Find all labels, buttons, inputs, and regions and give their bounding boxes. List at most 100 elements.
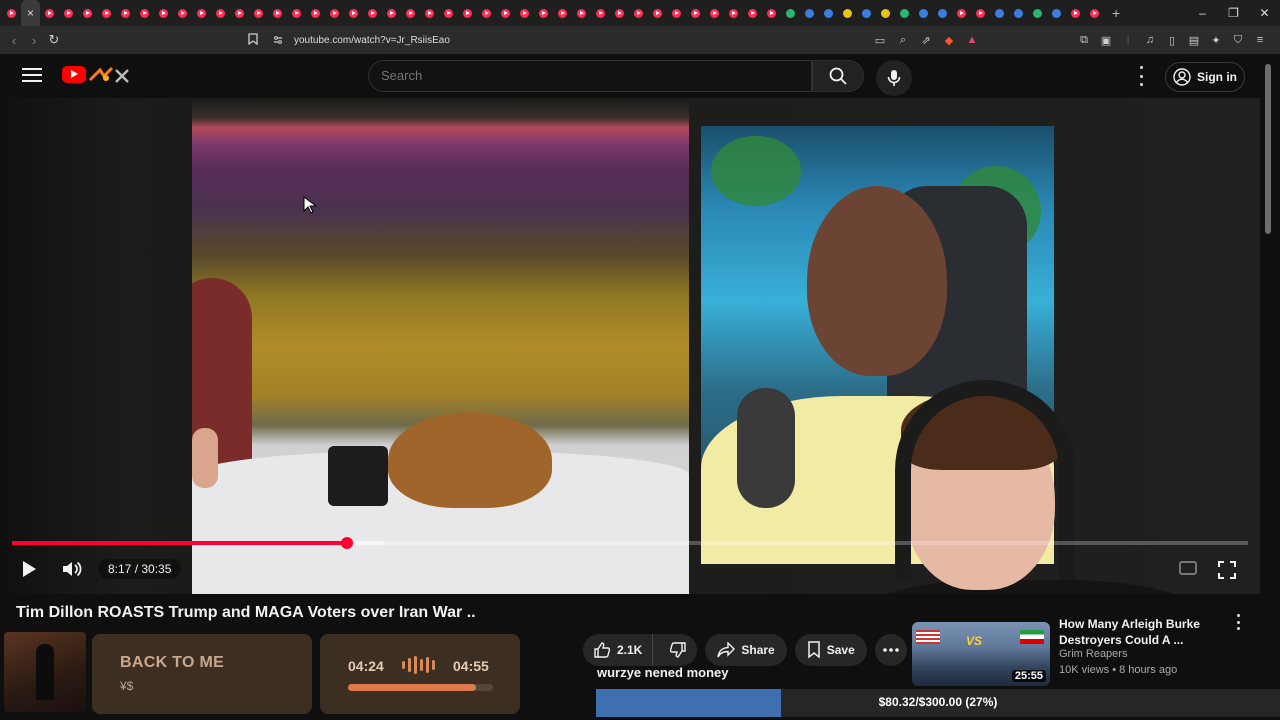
- tab[interactable]: [933, 0, 952, 26]
- search-button[interactable]: [812, 60, 864, 92]
- reader-icon[interactable]: ▣: [1098, 32, 1114, 48]
- share-page-icon[interactable]: ⇗: [918, 32, 934, 48]
- tab[interactable]: [211, 0, 230, 26]
- rewards-icon[interactable]: ▲: [964, 32, 980, 48]
- tab[interactable]: [1028, 0, 1047, 26]
- dislike-button[interactable]: [659, 634, 697, 666]
- tab[interactable]: [287, 0, 306, 26]
- tab[interactable]: [762, 0, 781, 26]
- tab[interactable]: [363, 0, 382, 26]
- close-window-button[interactable]: ✕: [1249, 0, 1280, 26]
- tab[interactable]: [781, 0, 800, 26]
- tab[interactable]: [952, 0, 971, 26]
- vpn-icon[interactable]: ⛉: [1230, 32, 1246, 48]
- tab[interactable]: [819, 0, 838, 26]
- tab[interactable]: [173, 0, 192, 26]
- restore-button[interactable]: ❐: [1218, 0, 1249, 26]
- tab[interactable]: [325, 0, 344, 26]
- fullscreen-button[interactable]: [1217, 560, 1237, 580]
- more-actions-button[interactable]: [874, 634, 907, 666]
- bookmark-icon[interactable]: [243, 32, 263, 48]
- rec-channel[interactable]: Grim Reapers: [1059, 648, 1127, 660]
- tab[interactable]: [610, 0, 629, 26]
- tab[interactable]: [534, 0, 553, 26]
- rec-title[interactable]: How Many Arleigh Burke Destroyers Could …: [1059, 616, 1239, 648]
- tab[interactable]: [78, 0, 97, 26]
- save-button[interactable]: Save: [794, 634, 867, 666]
- tab[interactable]: [1009, 0, 1028, 26]
- sidebar-icon[interactable]: ▯: [1164, 32, 1180, 48]
- tab[interactable]: [686, 0, 705, 26]
- tab[interactable]: [40, 0, 59, 26]
- scrubber-handle[interactable]: [340, 537, 353, 549]
- tab[interactable]: [135, 0, 154, 26]
- captions-icon[interactable]: [1179, 561, 1197, 575]
- tab[interactable]: [515, 0, 534, 26]
- rec-thumbnail[interactable]: VS 25:55: [912, 622, 1050, 686]
- tab[interactable]: [648, 0, 667, 26]
- back-icon[interactable]: ‹: [4, 33, 24, 48]
- more-vert-icon[interactable]: [1138, 66, 1144, 86]
- tab[interactable]: [439, 0, 458, 26]
- tab[interactable]: [420, 0, 439, 26]
- video-player[interactable]: [0, 98, 1260, 594]
- site-info-icon[interactable]: [270, 32, 286, 48]
- tab[interactable]: [572, 0, 591, 26]
- tab[interactable]: [914, 0, 933, 26]
- tab[interactable]: [496, 0, 515, 26]
- tab[interactable]: [553, 0, 572, 26]
- leo-icon[interactable]: ✦: [1208, 32, 1224, 48]
- tab[interactable]: [895, 0, 914, 26]
- tab[interactable]: [667, 0, 686, 26]
- tab[interactable]: [990, 0, 1009, 26]
- extensions-icon[interactable]: ⧉: [1076, 32, 1092, 48]
- tab[interactable]: [1066, 0, 1085, 26]
- tab[interactable]: [705, 0, 724, 26]
- main-menu-icon[interactable]: ≡: [1252, 32, 1268, 48]
- recommended-video[interactable]: VS 25:55 How Many Arleigh Burke Destroye…: [912, 616, 1252, 688]
- play-button[interactable]: [18, 558, 40, 580]
- progress-bar[interactable]: [12, 537, 1248, 549]
- tab[interactable]: [477, 0, 496, 26]
- volume-button[interactable]: [60, 558, 84, 580]
- tab[interactable]: [306, 0, 325, 26]
- tab[interactable]: [192, 0, 211, 26]
- tab[interactable]: [857, 0, 876, 26]
- tab[interactable]: [401, 0, 420, 26]
- page-scrollbar[interactable]: [1260, 54, 1280, 688]
- tab[interactable]: [629, 0, 648, 26]
- minimize-button[interactable]: –: [1187, 0, 1218, 26]
- install-icon[interactable]: ▭: [872, 32, 888, 48]
- sign-in-button[interactable]: Sign in: [1165, 62, 1245, 92]
- tab[interactable]: [230, 0, 249, 26]
- tab[interactable]: [800, 0, 819, 26]
- wallet-icon[interactable]: ▤: [1186, 32, 1202, 48]
- zoom-icon[interactable]: ⌕: [895, 32, 911, 48]
- search-input[interactable]: [381, 68, 801, 83]
- new-tab-button[interactable]: +: [1112, 5, 1120, 21]
- tab[interactable]: [458, 0, 477, 26]
- tab[interactable]: [116, 0, 135, 26]
- menu-icon[interactable]: [22, 68, 42, 82]
- search-box[interactable]: [368, 60, 812, 92]
- forward-icon[interactable]: ›: [24, 33, 44, 48]
- tab[interactable]: [591, 0, 610, 26]
- reload-icon[interactable]: ↻: [44, 32, 64, 48]
- tab[interactable]: [268, 0, 287, 26]
- voice-search-button[interactable]: [876, 60, 912, 96]
- youtube-logo[interactable]: [62, 66, 136, 86]
- tab[interactable]: [1085, 0, 1104, 26]
- tab[interactable]: [971, 0, 990, 26]
- media-icon[interactable]: ♫: [1142, 32, 1158, 48]
- tab[interactable]: [2, 0, 21, 26]
- tab[interactable]: [724, 0, 743, 26]
- tab[interactable]: [743, 0, 762, 26]
- tab-active[interactable]: ×: [21, 0, 40, 26]
- scrollbar-thumb[interactable]: [1265, 64, 1271, 234]
- tab[interactable]: [344, 0, 363, 26]
- tab[interactable]: [154, 0, 173, 26]
- like-button[interactable]: 2.1K: [583, 634, 654, 666]
- tab[interactable]: [382, 0, 401, 26]
- tab[interactable]: [876, 0, 895, 26]
- brave-shield-icon[interactable]: ◆: [941, 32, 957, 48]
